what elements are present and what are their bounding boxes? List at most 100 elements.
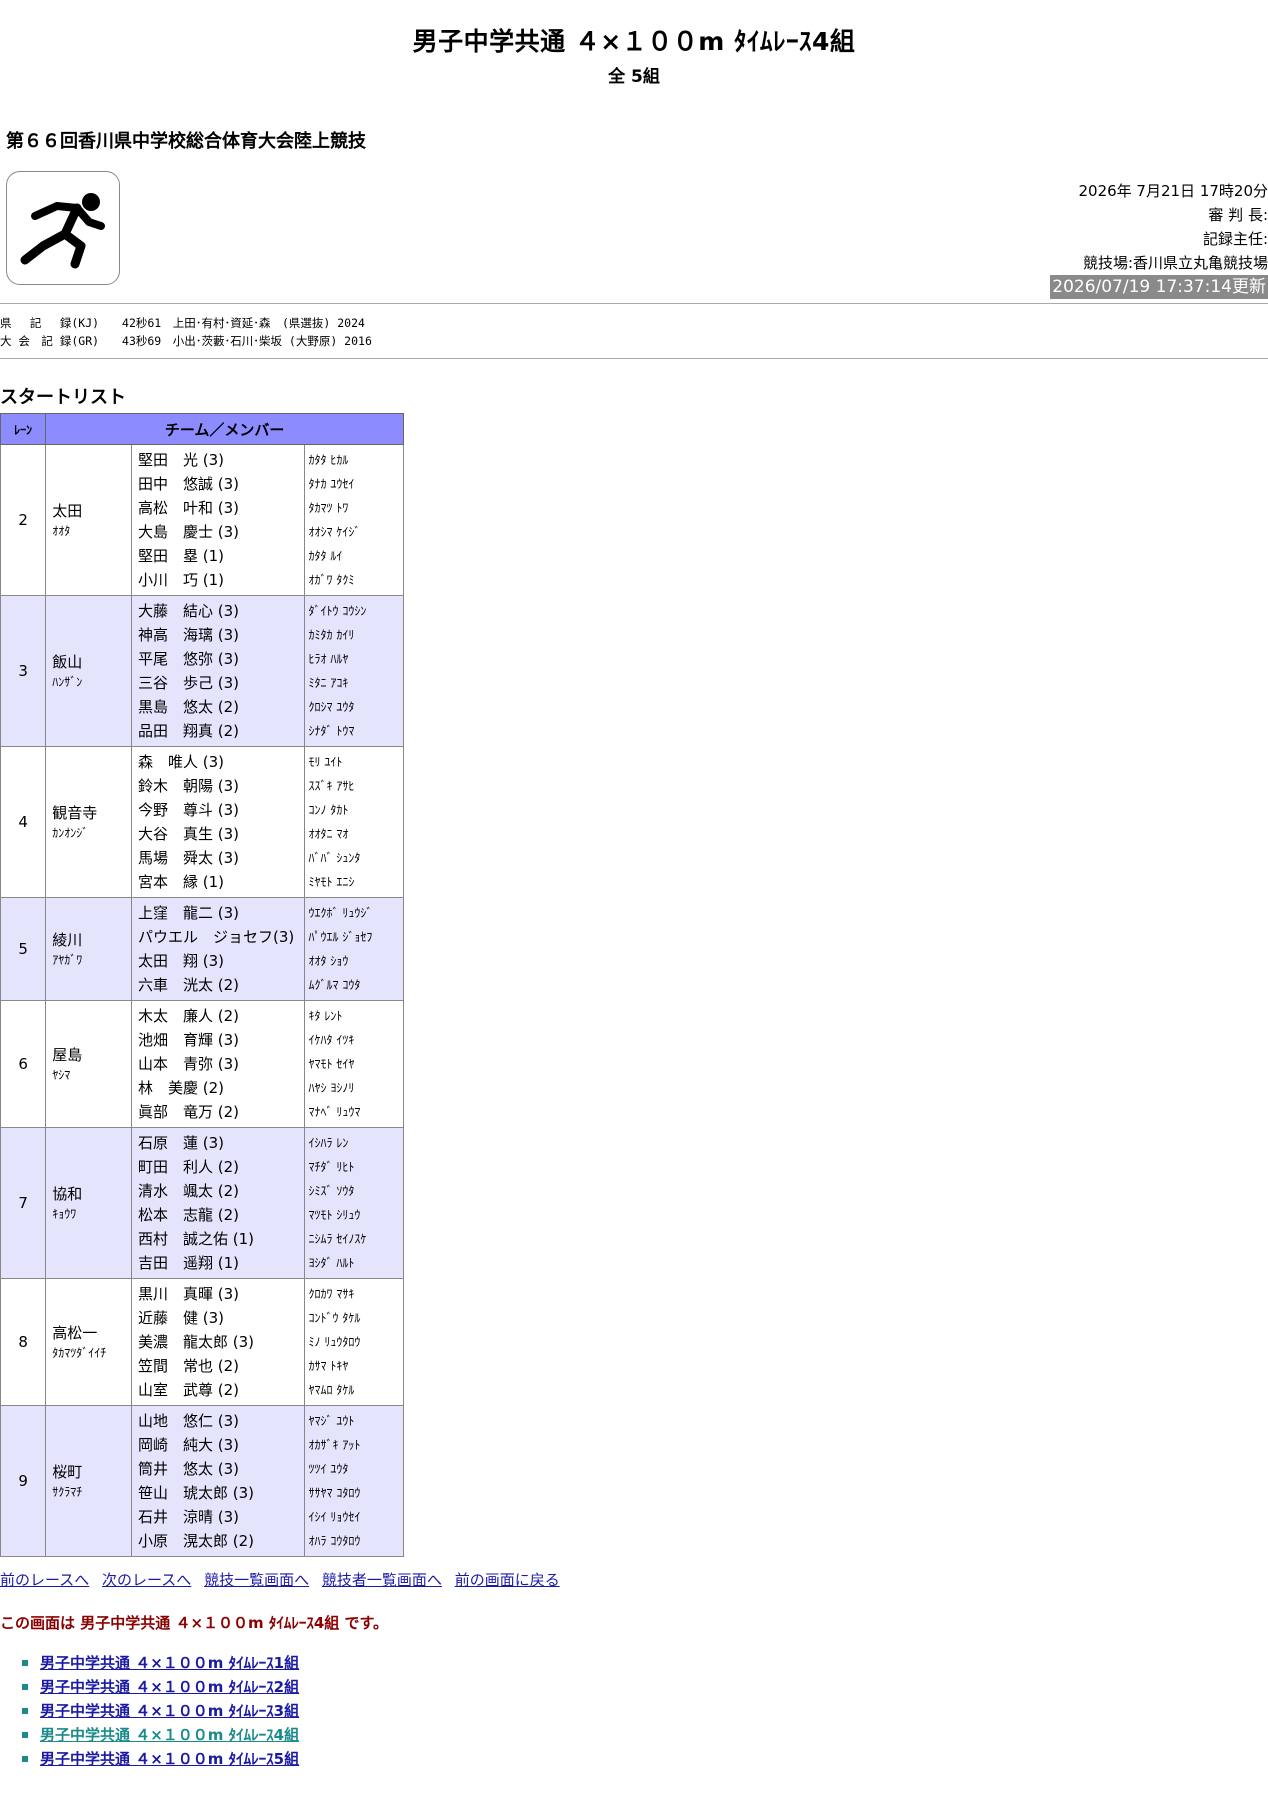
member-kana: ﾓﾘ ﾕｲﾄ bbox=[308, 755, 343, 769]
member-kana: ﾆｼﾑﾗ ｾｲﾉｽｹ bbox=[308, 1232, 367, 1246]
member-name: 堅田 光 (3) bbox=[138, 451, 225, 469]
race-link[interactable]: 男子中学共通 ４×１００m ﾀｲﾑﾚｰｽ5組 bbox=[40, 1750, 299, 1768]
member-name: 三谷 歩己 (3) bbox=[138, 674, 240, 692]
members-kana-cell: ﾔﾏｼﾞ ﾕｳﾄ ｵｶｻﾞｷ ｱｯﾄ ﾂﾂｲ ﾕｳﾀ ｻｻﾔﾏ ｺﾀﾛｳ ｲｼｲ ﾘｮｳ… bbox=[303, 1405, 405, 1557]
team-column-header: チーム／メンバー bbox=[45, 413, 404, 445]
members-cell: 黒川 真暉 (3) 近藤 健 (3) 美濃 龍太郎 (3) 笠間 常也 (2) 山室 武… bbox=[131, 1278, 305, 1406]
race-link[interactable]: 男子中学共通 ４×１００m ﾀｲﾑﾚｰｽ3組 bbox=[40, 1702, 299, 1720]
team-row: 8 高松一 ﾀｶﾏﾂﾀﾞｲｲﾁ 黒川 真暉 (3) 近藤 健 (3) 美濃 龍太郎 (3)… bbox=[0, 1278, 405, 1406]
member-name: 堅田 塁 (1) bbox=[138, 547, 225, 565]
members-cell: 大藤 結心 (3) 神高 海璃 (3) 平尾 悠弥 (3) 三谷 歩己 (3) 黒島 悠… bbox=[131, 595, 305, 747]
member-name: 石原 蓮 (3) bbox=[138, 1134, 225, 1152]
member-kana: ﾊﾟｳｴﾙ ｼﾞｮｾﾌ bbox=[308, 930, 373, 944]
member-name: 西村 誠之佑 (1) bbox=[138, 1230, 255, 1248]
members-kana-cell: ﾀﾞｲﾄｳ ｺｳｼﾝ ｶﾐﾀｶ ｶｲﾘ ﾋﾗｵ ﾊﾙﾔ ﾐﾀﾆ ｱｺｷ ｸﾛｼﾏ ﾕｳﾀ… bbox=[303, 595, 405, 747]
member-name: 山地 悠仁 (3) bbox=[138, 1412, 240, 1430]
member-name: 石井 涼晴 (3) bbox=[138, 1508, 240, 1526]
team-row: 3 飯山 ﾊﾝｻﾞﾝ 大藤 結心 (3) 神高 海璃 (3) 平尾 悠弥 (3) 三谷 歩己… bbox=[0, 595, 405, 747]
team-cell: 飯山 ﾊﾝｻﾞﾝ bbox=[45, 595, 132, 747]
race-list: 男子中学共通 ４×１００m ﾀｲﾑﾚｰｽ1組 男子中学共通 ４×１００m ﾀｲﾑﾚ… bbox=[0, 1651, 1268, 1771]
team-name: 桜町 bbox=[52, 1463, 83, 1481]
member-kana: ﾊﾔｼ ﾖｼﾉﾘ bbox=[308, 1081, 355, 1095]
race-link[interactable]: 男子中学共通 ４×１００m ﾀｲﾑﾚｰｽ4組 bbox=[40, 1726, 299, 1744]
member-kana: ｵｵｼﾏ ｹｲｼﾞ bbox=[308, 525, 361, 539]
team-kana: ﾔｼﾏ bbox=[52, 1068, 71, 1082]
members-cell: 森 唯人 (3) 鈴木 朝陽 (3) 今野 尊斗 (3) 大谷 真生 (3) 馬場 舜太… bbox=[131, 746, 305, 898]
athlete-list-link[interactable]: 競技者一覧画面へ bbox=[322, 1571, 442, 1589]
navigation-links: 前のレースへ 次のレースへ 競技一覧画面へ 競技者一覧画面へ 前の画面に戻る bbox=[0, 1569, 1268, 1590]
back-link[interactable]: 前の画面に戻る bbox=[455, 1571, 560, 1589]
member-name: 高松 叶和 (3) bbox=[138, 499, 240, 517]
member-name: 今野 尊斗 (3) bbox=[138, 801, 240, 819]
member-name: 池畑 育輝 (3) bbox=[138, 1031, 240, 1049]
team-name: 協和 bbox=[52, 1185, 83, 1203]
team-cell: 太田 ｵｵﾀ bbox=[45, 444, 132, 596]
member-name: 小川 巧 (1) bbox=[138, 571, 225, 589]
start-list-table: ﾚｰﾝ チーム／メンバー 2 太田 ｵｵﾀ 堅田 光 (3) 田中 悠誠 (3) 高松 叶… bbox=[0, 413, 405, 1557]
square-bullet-icon bbox=[22, 1708, 28, 1714]
square-bullet-icon bbox=[22, 1756, 28, 1762]
records-block: 県 記 録(KJ) 42秒61 上田･有村･資延･森 (県選抜) 2024 大 会… bbox=[0, 304, 1268, 358]
lane-number: 2 bbox=[0, 444, 47, 596]
member-name: 平尾 悠弥 (3) bbox=[138, 650, 240, 668]
team-kana: ﾊﾝｻﾞﾝ bbox=[52, 675, 83, 689]
members-cell: 石原 蓮 (3) 町田 利人 (2) 清水 颯太 (2) 松本 志龍 (2) 西村 誠之… bbox=[131, 1127, 305, 1279]
member-kana: ﾊﾞﾊﾞ ｼｭﾝﾀ bbox=[308, 851, 361, 865]
race-link[interactable]: 男子中学共通 ４×１００m ﾀｲﾑﾚｰｽ2組 bbox=[40, 1678, 299, 1696]
prev-race-link[interactable]: 前のレースへ bbox=[0, 1571, 89, 1589]
team-name: 綾川 bbox=[52, 931, 83, 949]
lane-number: 4 bbox=[0, 746, 47, 898]
lane-number: 7 bbox=[0, 1127, 47, 1279]
team-row: 5 綾川 ｱﾔｶﾞﾜ 上窪 龍二 (3) パウエル ジョセフ(3) 太田 翔 (3) 六車 … bbox=[0, 897, 405, 1001]
team-cell: 観音寺 ｶﾝｵﾝｼﾞ bbox=[45, 746, 132, 898]
member-name: 山室 武尊 (2) bbox=[138, 1381, 240, 1399]
divider bbox=[0, 358, 1268, 359]
race-list-item: 男子中学共通 ４×１００m ﾀｲﾑﾚｰｽ5組 bbox=[22, 1747, 1268, 1771]
members-cell: 木太 廉人 (2) 池畑 育輝 (3) 山本 青弥 (3) 林 美慶 (2) 眞部 竜万… bbox=[131, 1000, 305, 1128]
member-kana: ﾏﾂﾓﾄ ｼﾘｭｳ bbox=[308, 1208, 361, 1222]
square-bullet-icon bbox=[22, 1684, 28, 1690]
race-list-item: 男子中学共通 ４×１００m ﾀｲﾑﾚｰｽ4組 bbox=[22, 1723, 1268, 1747]
member-name: 鈴木 朝陽 (3) bbox=[138, 777, 240, 795]
member-name: 神高 海璃 (3) bbox=[138, 626, 240, 644]
members-kana-cell: ｲｼﾊﾗ ﾚﾝ ﾏﾁﾀﾞ ﾘﾋﾄ ｼﾐｽﾞ ｿｳﾀ ﾏﾂﾓﾄ ｼﾘｭｳ ﾆｼﾑﾗ ｾｲﾉ… bbox=[303, 1127, 405, 1279]
race-list-item: 男子中学共通 ４×１００m ﾀｲﾑﾚｰｽ3組 bbox=[22, 1699, 1268, 1723]
member-name: 馬場 舜太 (3) bbox=[138, 849, 240, 867]
member-name: 黒川 真暉 (3) bbox=[138, 1285, 240, 1303]
member-name: 黒島 悠太 (2) bbox=[138, 698, 240, 716]
member-kana: ｸﾛｶﾜ ﾏｻｷ bbox=[308, 1287, 355, 1301]
start-list-title: スタートリスト bbox=[0, 387, 126, 408]
team-kana: ｷｮｳﾜ bbox=[52, 1207, 77, 1221]
meet-meta: 2026年 7月21日 17時20分 審 判 長: 記録主任: 競技場:香川県立… bbox=[1050, 179, 1268, 299]
member-kana: ｲｼｲ ﾘｮｳｾｲ bbox=[308, 1510, 361, 1524]
member-kana: ｵﾊﾗ ｺｳﾀﾛｳ bbox=[308, 1534, 361, 1548]
team-kana: ｻｸﾗﾏﾁ bbox=[52, 1485, 83, 1499]
member-name: 清水 颯太 (2) bbox=[138, 1182, 240, 1200]
member-kana: ｷﾀ ﾚﾝﾄ bbox=[308, 1009, 343, 1023]
members-kana-cell: ｳｴｸﾎﾞ ﾘｭｳｼﾞ ﾊﾟｳｴﾙ ｼﾞｮｾﾌ ｵｵﾀ ｼｮｳ ﾑｸﾞﾙﾏ ｺｳﾀ bbox=[303, 897, 405, 1001]
lane-number: 8 bbox=[0, 1278, 47, 1406]
member-name: 笠間 常也 (2) bbox=[138, 1357, 240, 1375]
running-man-icon-svg bbox=[20, 193, 105, 269]
member-kana: ﾔﾏﾓﾄ ｾｲﾔ bbox=[308, 1057, 355, 1071]
member-name: 山本 青弥 (3) bbox=[138, 1055, 240, 1073]
member-kana: ｺﾝﾉ ﾀｶﾄ bbox=[308, 803, 349, 817]
member-name: 松本 志龍 (2) bbox=[138, 1206, 240, 1224]
event-list-link[interactable]: 競技一覧画面へ bbox=[204, 1571, 309, 1589]
next-race-link[interactable]: 次のレースへ bbox=[102, 1571, 191, 1589]
member-kana: ｵｵﾀﾆ ﾏｵ bbox=[308, 827, 349, 841]
recorder-label: 記録主任: bbox=[1202, 230, 1268, 248]
heat-count: 全 5組 bbox=[608, 67, 660, 87]
race-list-item: 男子中学共通 ４×１００m ﾀｲﾑﾚｰｽ1組 bbox=[22, 1651, 1268, 1675]
page: 男子中学共通 ４×１００m ﾀｲﾑﾚｰｽ4組 全 5組 第６６回香川県中学校総合… bbox=[0, 22, 1268, 1771]
member-kana: ﾔﾏﾑﾛ ﾀｹﾙ bbox=[308, 1383, 355, 1397]
team-row: 2 太田 ｵｵﾀ 堅田 光 (3) 田中 悠誠 (3) 高松 叶和 (3) 大島 慶士 (3… bbox=[0, 444, 405, 596]
member-name: 近藤 健 (3) bbox=[138, 1309, 225, 1327]
member-kana: ｶﾀﾀ ﾋｶﾙ bbox=[308, 453, 349, 467]
member-name: 品田 翔真 (2) bbox=[138, 722, 240, 740]
team-row: 4 観音寺 ｶﾝｵﾝｼﾞ 森 唯人 (3) 鈴木 朝陽 (3) 今野 尊斗 (3) 大谷 真… bbox=[0, 746, 405, 898]
race-link[interactable]: 男子中学共通 ４×１００m ﾀｲﾑﾚｰｽ1組 bbox=[40, 1654, 299, 1672]
member-name: 笹山 琥太郎 (3) bbox=[138, 1484, 255, 1502]
team-rows: 2 太田 ｵｵﾀ 堅田 光 (3) 田中 悠誠 (3) 高松 叶和 (3) 大島 慶士 (3… bbox=[0, 444, 405, 1557]
team-name: 飯山 bbox=[52, 653, 83, 671]
